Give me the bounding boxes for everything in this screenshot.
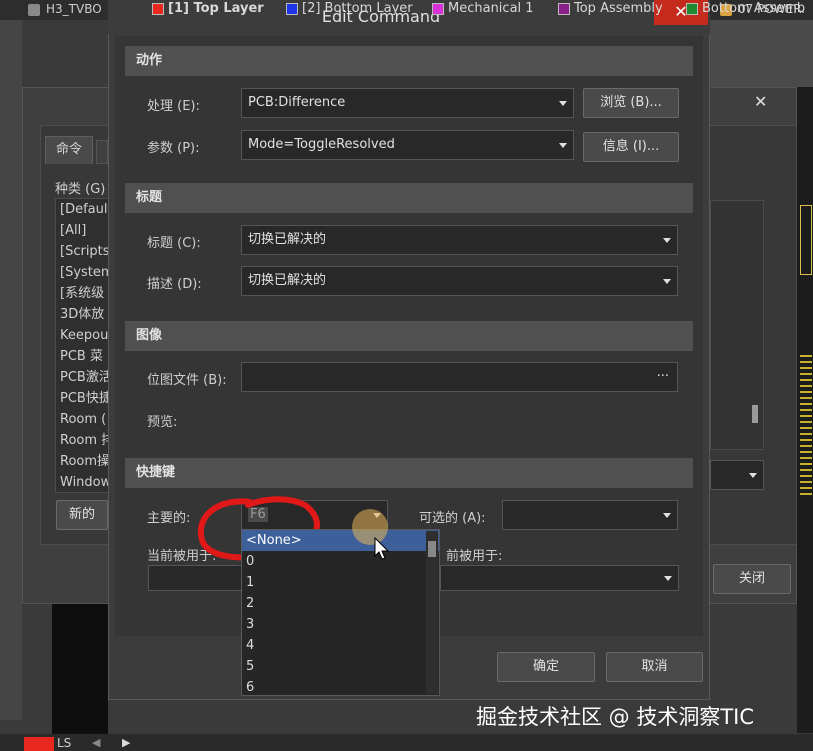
- caption-combo[interactable]: 切换已解决的: [241, 225, 678, 255]
- chevron-down-icon: [664, 576, 672, 581]
- ls-button[interactable]: LS: [57, 736, 71, 750]
- left-panel: [0, 20, 22, 720]
- shortcut-option[interactable]: 4: [242, 635, 439, 656]
- layer-tab-label: Mechanical 1: [448, 1, 534, 16]
- layer-color-swatch: [686, 3, 698, 15]
- browse-button[interactable]: 浏览 (B)...: [583, 88, 679, 118]
- ellipsis-icon[interactable]: ···: [657, 363, 669, 391]
- primary-label: 主要的:: [147, 511, 191, 526]
- layer-tab-label: [2] Bottom Layer: [302, 1, 413, 16]
- tab-commands[interactable]: 命令: [45, 136, 93, 164]
- layer-tab-label: Bottom Assemb: [702, 1, 806, 16]
- process-combo[interactable]: PCB:Difference: [241, 88, 574, 118]
- tab-next[interactable]: [96, 140, 108, 164]
- scroll-right-icon[interactable]: ▶: [122, 736, 130, 749]
- document-tab-label: H3_TVBO: [46, 2, 102, 16]
- shortcut-option[interactable]: 0: [242, 551, 439, 572]
- bitmap-label: 位图文件 (B):: [147, 373, 227, 388]
- section-caption: 标题: [125, 183, 693, 213]
- layer-color-swatch: [286, 3, 298, 15]
- chevron-down-icon: [749, 473, 757, 478]
- params-combo[interactable]: Mode=ToggleResolved: [241, 130, 574, 160]
- layer-color-swatch: [432, 3, 444, 15]
- description-combo[interactable]: 切换已解决的: [241, 266, 678, 296]
- shortcut-dropdown-list[interactable]: <None> 0 1 2 3 4 5 6: [241, 529, 440, 696]
- customize-filter-combo[interactable]: [710, 460, 764, 490]
- dropdown-scrollbar[interactable]: [426, 531, 438, 694]
- chevron-down-icon: [663, 279, 671, 284]
- alternative-shortcut-combo[interactable]: [502, 500, 678, 530]
- process-value: PCB:Difference: [248, 95, 346, 110]
- watermark: 掘金技术社区 @ 技术洞察TIC: [476, 705, 755, 729]
- shortcut-option[interactable]: 5: [242, 656, 439, 677]
- shortcut-option[interactable]: 1: [242, 572, 439, 593]
- caption-value: 切换已解决的: [248, 232, 327, 247]
- ok-button[interactable]: 确定: [497, 652, 595, 682]
- shortcut-option[interactable]: 6: [242, 677, 439, 698]
- chevron-down-icon: [663, 513, 671, 518]
- info-button[interactable]: 信息 (I)...: [583, 132, 679, 162]
- document-tab-h3[interactable]: H3_TVBO: [20, 0, 110, 20]
- scroll-left-icon[interactable]: ◀: [92, 736, 100, 749]
- mouse-pointer-icon: [374, 537, 390, 560]
- shortcut-option[interactable]: <None>: [242, 530, 439, 551]
- current-used-label-alt: 前被用于:: [446, 549, 503, 564]
- close-button[interactable]: 关闭: [713, 564, 791, 594]
- layer-tab[interactable]: Mechanical 1: [432, 2, 534, 16]
- chevron-down-icon: [559, 101, 567, 106]
- customize-close-icon[interactable]: ✕: [754, 92, 767, 111]
- layer-tab-label: Top Assembly: [574, 1, 663, 16]
- cancel-button[interactable]: 取消: [606, 652, 703, 682]
- workspace-area: [710, 20, 813, 87]
- description-value: 切换已解决的: [248, 273, 327, 288]
- chevron-down-icon: [559, 143, 567, 148]
- process-label: 处理 (E):: [147, 99, 200, 114]
- current-used-field-alt[interactable]: [440, 565, 679, 591]
- layer-tab[interactable]: Bottom Assemb: [686, 2, 805, 16]
- chevron-down-icon: [663, 238, 671, 243]
- alternative-label: 可选的 (A):: [419, 511, 486, 526]
- params-value: Mode=ToggleResolved: [248, 137, 395, 152]
- category-label: 种类 (G): [55, 182, 106, 197]
- shortcut-option[interactable]: 3: [242, 614, 439, 635]
- section-action: 动作: [125, 46, 693, 76]
- section-image: 图像: [125, 321, 693, 351]
- pcb-document-icon: [28, 4, 40, 16]
- pcb-traces: [800, 355, 812, 495]
- new-button[interactable]: 新的: [56, 500, 108, 530]
- pcb-canvas: [52, 604, 108, 734]
- shortcut-option[interactable]: 2: [242, 593, 439, 614]
- layer-tab[interactable]: [2] Bottom Layer: [286, 2, 413, 16]
- layer-color-swatch: [152, 3, 164, 15]
- layer-tab[interactable]: [1] Top Layer: [152, 2, 264, 16]
- caption-label: 标题 (C):: [147, 236, 201, 251]
- pcb-outline: [800, 205, 812, 275]
- preview-label: 预览:: [147, 415, 178, 430]
- section-shortcut: 快捷键: [125, 458, 693, 488]
- layer-tab[interactable]: Top Assembly: [558, 2, 663, 16]
- scrollbar-thumb[interactable]: [428, 541, 436, 557]
- params-label: 参数 (P):: [147, 141, 200, 156]
- command-list-scrollbar[interactable]: [752, 405, 758, 423]
- description-label: 描述 (D):: [147, 277, 202, 292]
- layer-tab-label: [1] Top Layer: [168, 1, 264, 16]
- layer-color-swatch: [558, 3, 570, 15]
- bitmap-field[interactable]: ···: [241, 362, 678, 392]
- current-layer-swatch[interactable]: [24, 737, 54, 751]
